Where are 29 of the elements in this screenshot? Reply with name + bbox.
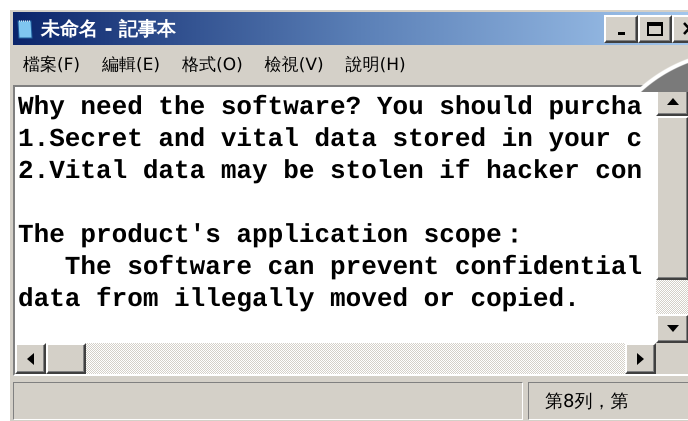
left-arrow-icon	[27, 352, 34, 364]
up-arrow-icon	[666, 98, 678, 105]
menu-item[interactable]: 檢視(V)	[264, 52, 324, 76]
text-line: 1.Secret and vital data stored in your c	[18, 124, 642, 154]
scroll-thumb[interactable]	[656, 116, 688, 280]
text-line: data from illegally moved or copied.	[18, 284, 580, 314]
scroll-right-button[interactable]	[625, 343, 656, 374]
window-title: 未命名 - 記事本	[41, 16, 176, 42]
maximize-icon	[647, 22, 663, 36]
menu-item[interactable]: 格式(O)	[182, 52, 243, 76]
maximize-button[interactable]	[638, 14, 672, 42]
text-line: The software can prevent confidential	[64, 252, 642, 282]
scroll-thumb[interactable]	[46, 343, 86, 374]
status-position: 第8列，第	[528, 382, 688, 420]
horizontal-scrollbar[interactable]	[15, 343, 656, 374]
minimize-button[interactable]	[604, 14, 638, 42]
right-arrow-icon	[637, 352, 644, 364]
minimize-icon	[618, 32, 624, 35]
text-area[interactable]	[15, 87, 656, 343]
menu-item[interactable]: 說明(H)	[346, 52, 406, 76]
menu-item[interactable]: 檔案(F)	[23, 52, 80, 76]
scroll-left-button[interactable]	[15, 343, 46, 374]
text-line: 2.Vital data may be stolen if hacker con	[18, 156, 642, 186]
text-line: The product's application scope：	[18, 220, 528, 250]
menu-item[interactable]: 編輯(E)	[102, 52, 160, 76]
text-line: Why need the software? You should purcha	[18, 92, 642, 122]
down-arrow-icon	[666, 325, 678, 332]
scroll-down-button[interactable]	[656, 314, 688, 343]
notepad-icon	[15, 18, 35, 40]
